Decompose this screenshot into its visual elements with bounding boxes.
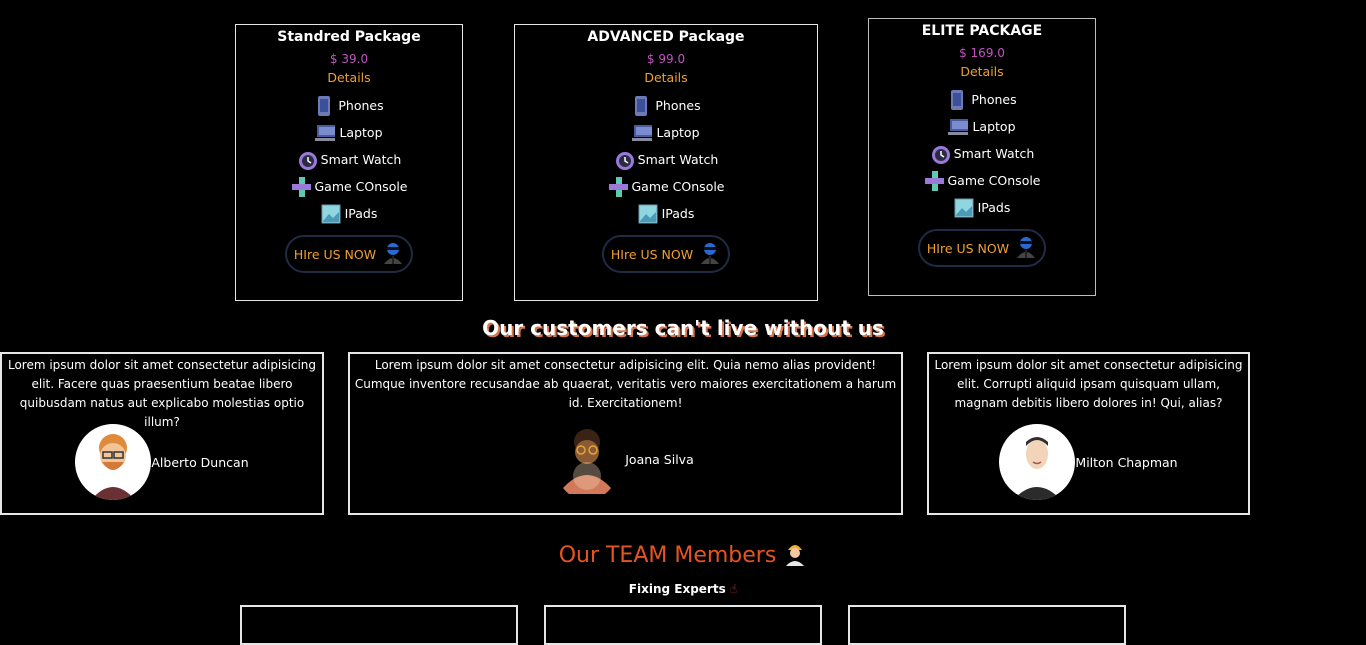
alarm-clock-icon (297, 149, 317, 171)
avatar (557, 424, 618, 494)
hire-us-button[interactable]: HIre US NOW (918, 229, 1046, 267)
game-controller-icon (608, 176, 628, 198)
phone-icon (947, 89, 967, 111)
package-price: $ 39.0 (329, 52, 369, 66)
package-card-elite: ELITE PACKAGE $ 169.0 Details Phones Lap… (868, 18, 1096, 296)
team-title: Our TEAM Members (0, 540, 1366, 572)
agent-icon (382, 242, 404, 267)
phone-icon (314, 95, 334, 117)
avatar (999, 424, 1076, 500)
image-icon (638, 203, 658, 225)
package-title: ADVANCED Package (587, 29, 745, 45)
testimonial-card: Lorem ipsum dolor sit amet consectetur a… (0, 352, 324, 515)
feature-item: Smart Watch (515, 146, 817, 173)
alarm-clock-icon (930, 143, 950, 165)
feature-item: IPads (236, 200, 462, 227)
laptop-icon (632, 122, 653, 144)
hire-us-button[interactable]: HIre US NOW (602, 235, 730, 273)
feature-item: Laptop (869, 113, 1095, 140)
feature-item: Laptop (236, 119, 462, 146)
testimonial-text: Lorem ipsum dolor sit amet consectetur a… (7, 358, 317, 429)
team-member-card (240, 605, 518, 645)
avatar (75, 424, 152, 500)
package-price: $ 169.0 (959, 46, 1005, 60)
hire-us-button[interactable]: HIre US NOW (285, 235, 413, 273)
image-icon (954, 197, 974, 219)
game-controller-icon (291, 176, 311, 198)
laptop-icon (315, 122, 336, 144)
feature-item: Game COnsole (869, 167, 1095, 194)
team-subtitle: Fixing Experts ☝ (628, 582, 738, 596)
feature-item: Phones (236, 92, 462, 119)
feature-item: IPads (515, 200, 817, 227)
worker-icon (783, 540, 807, 572)
feature-item: Phones (869, 86, 1095, 113)
feature-item: Smart Watch (869, 140, 1095, 167)
reviewer-name: Milton Chapman (1075, 454, 1178, 470)
laptop-icon (948, 116, 969, 138)
agent-icon (1015, 236, 1037, 261)
reviewer-name: Alberto Duncan (151, 454, 249, 470)
alarm-clock-icon (614, 149, 634, 171)
package-title: ELITE PACKAGE (921, 23, 1043, 39)
feature-item: Game COnsole (236, 173, 462, 200)
feature-item: Game COnsole (515, 173, 817, 200)
testimonial-text: Lorem ipsum dolor sit amet consectetur a… (934, 358, 1243, 410)
package-details-link[interactable]: Details (869, 64, 1095, 79)
reviewer-name: Joana Silva (625, 451, 694, 467)
feature-item: Phones (515, 92, 817, 119)
game-controller-icon (924, 170, 944, 192)
pointing-hand-icon: ☝ (729, 582, 738, 596)
package-card-standard: Standred Package $ 39.0 Details Phones L… (235, 24, 463, 301)
feature-item: Laptop (515, 119, 817, 146)
testimonial-card: Lorem ipsum dolor sit amet consectetur a… (348, 352, 903, 515)
package-details-link[interactable]: Details (236, 70, 462, 85)
package-details-link[interactable]: Details (515, 70, 817, 85)
agent-icon (699, 242, 721, 267)
testimonial-card: Lorem ipsum dolor sit amet consectetur a… (927, 352, 1250, 515)
team-member-card (544, 605, 822, 645)
package-title: Standred Package (277, 29, 421, 45)
feature-item: IPads (869, 194, 1095, 221)
team-member-card (848, 605, 1126, 645)
image-icon (321, 203, 341, 225)
testimonials-title: Our customers can't live without us (482, 316, 884, 340)
package-price: $ 99.0 (646, 52, 686, 66)
phone-icon (631, 95, 651, 117)
package-card-advanced: ADVANCED Package $ 99.0 Details Phones L… (514, 24, 818, 301)
feature-item: Smart Watch (236, 146, 462, 173)
testimonial-text: Lorem ipsum dolor sit amet consectetur a… (354, 358, 897, 410)
